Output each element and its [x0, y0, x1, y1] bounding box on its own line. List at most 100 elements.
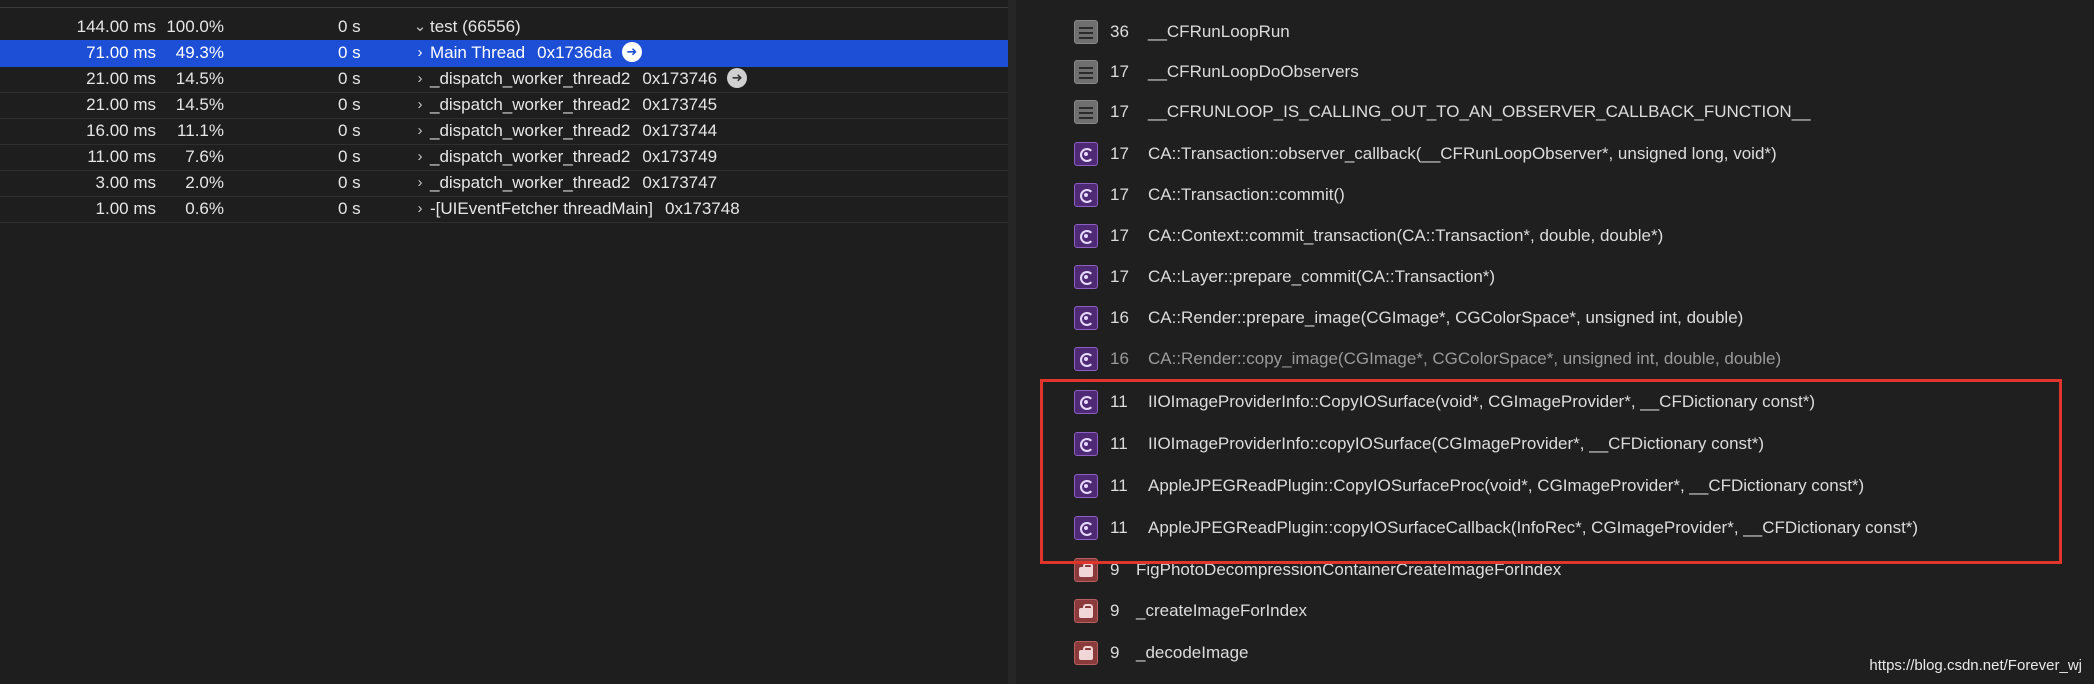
percent-cell: 49.3%: [175, 43, 224, 62]
call-tree-row[interactable]: 11.00 ms 7.6% 0 s › _dispatch_worker_thread2…: [0, 144, 1008, 171]
thread-id: 0x173746: [642, 69, 718, 88]
stack-frame-row[interactable]: 17 __CFRunLoopDoObservers: [1070, 52, 2080, 92]
thread-name: _dispatch_worker_thread2: [430, 95, 631, 114]
library-frame-icon: [1074, 224, 1098, 248]
stack-frame-row[interactable]: 9 _createImageForIndex: [1070, 591, 2080, 631]
percent-cell: 100.0%: [166, 17, 224, 36]
frame-sample-count: 16: [1110, 308, 1129, 327]
percent-cell: 2.0%: [185, 173, 224, 192]
stack-frame-row[interactable]: 17 __CFRUNLOOP_IS_CALLING_OUT_TO_AN_OBSER…: [1070, 92, 2080, 132]
frame-sample-count: 17: [1110, 62, 1129, 81]
thread-id: 0x173744: [642, 121, 718, 140]
weight-cell: 21.00 ms: [86, 69, 156, 88]
stack-frame-row[interactable]: 17 CA::Context::commit_transaction(CA::Tr…: [1070, 216, 2080, 256]
annotation-highlight-box: [1040, 379, 2062, 564]
disclosure-chevron-icon[interactable]: ›: [412, 66, 428, 92]
self-weight-cell: 0 s: [338, 199, 361, 218]
thread-id: 0x173748: [664, 199, 740, 218]
symbol-name-cell: _dispatch_worker_thread2 0x173747: [430, 170, 717, 196]
percent-cell: 14.5%: [175, 69, 224, 88]
frame-sample-count: 17: [1110, 102, 1129, 121]
frame-sample-count: 16: [1110, 349, 1129, 368]
percent-cell: 11.1%: [177, 121, 224, 140]
call-tree-row[interactable]: 1.00 ms 0.6% 0 s › -[UIEventFetcher threadMa…: [0, 196, 1008, 223]
call-tree-row[interactable]: 144.00 ms 100.0% 0 s ⌄ test (66556): [0, 14, 1008, 41]
runloop-list-icon: [1074, 100, 1098, 124]
frame-sample-count: 36: [1110, 22, 1129, 41]
thread-name: Main Thread: [430, 43, 526, 62]
self-weight-cell: 0 s: [338, 95, 361, 114]
disclosure-chevron-icon[interactable]: ›: [412, 40, 428, 66]
stack-frame-row[interactable]: 17 CA::Transaction::commit(): [1070, 175, 2080, 215]
watermark: https://blog.csdn.net/Forever_wj: [1869, 657, 2082, 674]
frame-symbol: CA::Transaction::commit(): [1148, 185, 1345, 204]
library-frame-icon: [1074, 265, 1098, 289]
thread-id: 0x1736da: [537, 43, 612, 62]
library-frame-icon: [1074, 306, 1098, 330]
focus-arrow-icon[interactable]: ➜: [621, 41, 642, 62]
disclosure-chevron-icon[interactable]: ›: [412, 118, 428, 144]
stack-frame-row[interactable]: 17 CA::Layer::prepare_commit(CA::Transact…: [1070, 257, 2080, 297]
call-tree-pane: 144.00 ms 100.0% 0 s ⌄ test (66556) 71.00 ms 4…: [0, 0, 1008, 684]
call-tree-row[interactable]: 3.00 ms 2.0% 0 s › _dispatch_worker_thread2 0…: [0, 170, 1008, 197]
thread-name: test (66556): [430, 17, 521, 36]
frame-symbol: _decodeImage: [1136, 643, 1249, 662]
symbol-name-cell: _dispatch_worker_thread2 0x173746 ➜: [430, 66, 748, 92]
library-frame-icon: [1074, 142, 1098, 166]
runloop-list-icon: [1074, 60, 1098, 84]
self-weight-cell: 0 s: [338, 43, 361, 62]
call-tree-row[interactable]: 71.00 ms 49.3% 0 s › Main Thread 0x1736da ➜: [0, 40, 1008, 67]
frame-symbol: CA::Context::commit_transaction(CA::Tran…: [1148, 226, 1664, 245]
weight-cell: 16.00 ms: [86, 121, 156, 140]
library-frame-icon: [1074, 183, 1098, 207]
self-weight-cell: 0 s: [338, 69, 361, 88]
frame-symbol: CA::Render::copy_image(CGImage*, CGColor…: [1148, 349, 1782, 368]
split-view-divider[interactable]: [1008, 0, 1016, 684]
self-weight-cell: 0 s: [338, 173, 361, 192]
weight-cell: 144.00 ms: [76, 17, 156, 36]
self-weight-cell: 0 s: [338, 17, 361, 36]
disclosure-chevron-icon[interactable]: ›: [412, 144, 428, 170]
frame-symbol: __CFRunLoopRun: [1148, 22, 1290, 41]
percent-cell: 14.5%: [175, 95, 224, 114]
symbol-name-cell: _dispatch_worker_thread2 0x173745: [430, 92, 717, 118]
call-tree-row[interactable]: 21.00 ms 14.5% 0 s › _dispatch_worker_thread…: [0, 66, 1008, 93]
symbol-name-cell: test (66556): [430, 14, 521, 40]
stack-frame-row[interactable]: 16 CA::Render::prepare_image(CGImage*, CG…: [1070, 298, 2080, 338]
framework-bag-icon: [1074, 599, 1098, 623]
symbol-name-cell: Main Thread 0x1736da ➜: [430, 40, 642, 66]
disclosure-chevron-icon[interactable]: ⌄: [412, 14, 428, 40]
library-frame-icon: [1074, 347, 1098, 371]
framework-bag-icon: [1074, 641, 1098, 665]
frame-sample-count: 17: [1110, 185, 1129, 204]
thread-id: 0x173749: [642, 147, 718, 166]
header-separator: [0, 7, 1008, 8]
percent-cell: 0.6%: [185, 199, 224, 218]
frame-symbol: CA::Transaction::observer_callback(__CFR…: [1148, 144, 1777, 163]
symbol-name-cell: _dispatch_worker_thread2 0x173749: [430, 144, 717, 170]
thread-name: _dispatch_worker_thread2: [430, 121, 631, 140]
stack-frame-row[interactable]: 17 CA::Transaction::observer_callback(__C…: [1070, 134, 2080, 174]
frame-symbol: CA::Render::prepare_image(CGImage*, CGCo…: [1148, 308, 1744, 327]
symbol-name-cell: -[UIEventFetcher threadMain] 0x173748: [430, 196, 740, 222]
frame-sample-count: 17: [1110, 226, 1129, 245]
frame-symbol: __CFRUNLOOP_IS_CALLING_OUT_TO_AN_OBSERVE…: [1148, 102, 1811, 121]
thread-name: _dispatch_worker_thread2: [430, 173, 631, 192]
symbol-name-cell: _dispatch_worker_thread2 0x173744: [430, 118, 717, 144]
weight-cell: 3.00 ms: [95, 173, 156, 192]
call-tree-row[interactable]: 16.00 ms 11.1% 0 s › _dispatch_worker_thread…: [0, 118, 1008, 145]
disclosure-chevron-icon[interactable]: ›: [412, 170, 428, 196]
frame-sample-count: 17: [1110, 144, 1129, 163]
stack-frame-row[interactable]: 16 CA::Render::copy_image(CGImage*, CGCol…: [1070, 339, 2080, 379]
frame-symbol: _createImageForIndex: [1136, 601, 1308, 620]
weight-cell: 1.00 ms: [95, 199, 156, 218]
self-weight-cell: 0 s: [338, 121, 361, 140]
stack-frame-row[interactable]: 36 __CFRunLoopRun: [1070, 12, 2080, 52]
thread-name: _dispatch_worker_thread2: [430, 147, 631, 166]
focus-arrow-icon[interactable]: ➜: [727, 67, 748, 88]
thread-id: 0x173747: [642, 173, 718, 192]
disclosure-chevron-icon[interactable]: ›: [412, 196, 428, 222]
disclosure-chevron-icon[interactable]: ›: [412, 92, 428, 118]
frame-sample-count: 17: [1110, 267, 1129, 286]
call-tree-row[interactable]: 21.00 ms 14.5% 0 s › _dispatch_worker_thread…: [0, 92, 1008, 119]
